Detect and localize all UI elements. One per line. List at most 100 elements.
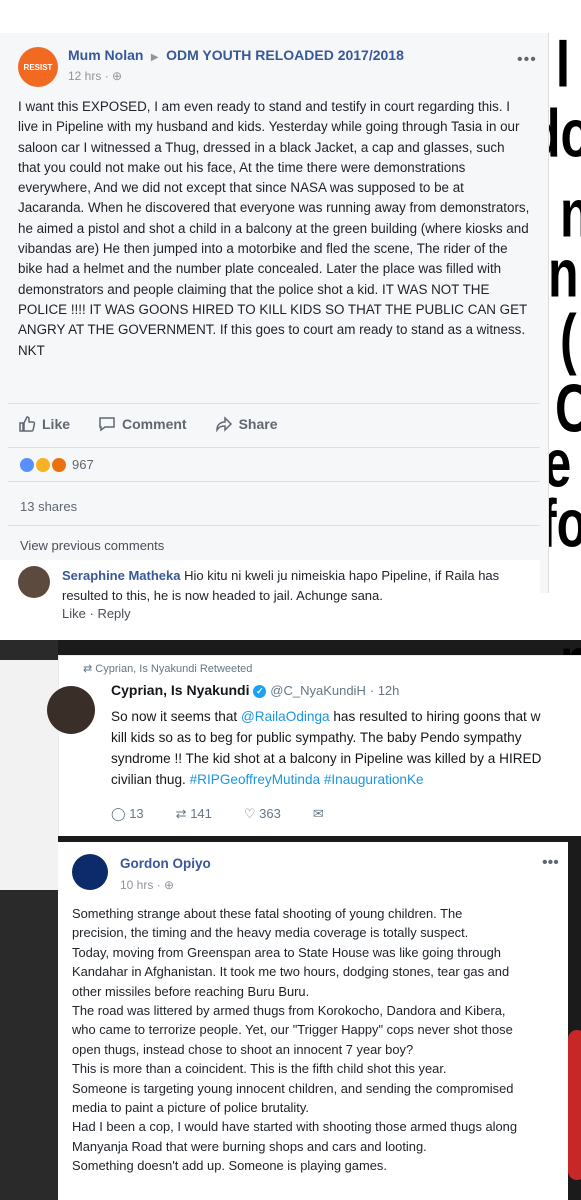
message-button[interactable]: ✉ — [313, 806, 324, 822]
post-text-line: This is more than a coincident. This is … — [72, 1061, 447, 1077]
facebook-post-gordon-opiyo: Gordon Opiyo 10 hrs · ⊕ ••• Something st… — [58, 842, 568, 1200]
post-text: I want this EXPOSED, I am even ready to … — [18, 99, 530, 358]
verified-badge-icon: ✓ — [253, 684, 267, 698]
bg-letter-4: n — [548, 235, 579, 312]
comment-seraphine: Seraphine Matheka Hio kitu ni kweli ju n… — [0, 560, 540, 630]
bg-letter-5: ( — [560, 300, 577, 377]
post-text-line: Someone is targeting young innocent chil… — [72, 1080, 514, 1096]
divider — [8, 481, 540, 482]
retweet-button[interactable]: ⇄ 141 — [176, 806, 212, 822]
post-time[interactable]: 12 hrs — [68, 69, 101, 83]
like-label: Like — [42, 416, 71, 432]
thumbs-up-icon — [19, 416, 36, 432]
comment-button[interactable]: Comment — [98, 415, 187, 433]
post-text-line: The road was littered by armed thugs fro… — [72, 1003, 506, 1019]
reply-button[interactable]: ◯ 13 — [111, 806, 144, 822]
post-text-line: Today, moving from Greenspan area to Sta… — [72, 944, 501, 960]
comment-actions: Like · Reply — [62, 606, 131, 621]
more-options-icon[interactable]: ••• — [542, 854, 559, 872]
red-shape — [568, 1030, 581, 1180]
post-text-line: open thugs, instead chose to shoot an in… — [72, 1041, 414, 1057]
author-name[interactable]: Mum Nolan — [68, 47, 143, 63]
divider — [8, 525, 540, 526]
post-text-line: Had I been a cop, I would have started w… — [72, 1119, 518, 1135]
retweet-icon: ⇄ — [83, 663, 93, 675]
share-label: Share — [238, 416, 278, 432]
tweet-text-line: kill kids so as to beg for public sympat… — [111, 730, 522, 745]
tweet-author-name[interactable]: Cyprian, Is Nyakundi — [111, 682, 249, 698]
post-text-line: media to paint a picture of police bruta… — [72, 1100, 309, 1116]
reactions-summary[interactable]: 967 — [20, 457, 94, 472]
reaction-count: 967 — [72, 457, 94, 472]
post-text: Something strange about these fatal shoo… — [72, 904, 562, 1176]
retweet-count: 141 — [190, 806, 212, 821]
tweet-time[interactable]: 12h — [378, 683, 400, 698]
divider — [8, 447, 540, 448]
angry-reaction-icon — [52, 457, 66, 472]
comment-icon — [99, 417, 115, 432]
sad-reaction-icon — [36, 457, 50, 472]
tweet-text: So now it seems that @RailaOdinga has re… — [111, 706, 581, 790]
post-actions: Like Comment Share — [18, 415, 278, 433]
avatar[interactable] — [18, 566, 50, 598]
avatar[interactable]: RESIST — [18, 47, 58, 87]
post-text-line: precision, the timing and the heavy medi… — [72, 925, 469, 941]
hashtag-links[interactable]: #RIPGeoffreyMutinda #InaugurationKe — [190, 772, 424, 787]
post-text-line: Manyanja Road that were burning shops an… — [72, 1138, 427, 1154]
heart-icon: ♡ — [243, 806, 256, 821]
more-options-icon[interactable]: ••• — [517, 51, 537, 69]
retweet-indicator: ⇄ Cyprian, Is Nyakundi Retweeted — [83, 662, 252, 675]
separator-dot: · — [369, 683, 378, 698]
tweet-cyprian: ⇄ Cyprian, Is Nyakundi Retweeted Cyprian… — [47, 655, 581, 836]
like-reaction-icon — [20, 457, 34, 472]
shares-count[interactable]: 13 shares — [20, 499, 77, 514]
tweet-text-part: has resulted to hiring goons that w — [329, 709, 541, 724]
post-meta: 12 hrs · ⊕ — [68, 69, 404, 83]
post-header: RESIST Mum Nolan ▶ ODM YOUTH RELOADED 20… — [18, 47, 404, 87]
background-light-region — [0, 660, 58, 890]
post-time[interactable]: 10 hrs — [120, 878, 153, 892]
tweet-actions: ◯ 13 ⇄ 141 ♡ 363 ✉ — [111, 806, 324, 822]
view-previous-comments-link[interactable]: View previous comments — [20, 538, 164, 553]
reply-count: 13 — [129, 806, 144, 821]
arrow-right-icon: ▶ — [150, 52, 159, 63]
post-text-line: who came to terrorize people. Yet, our "… — [72, 1022, 513, 1038]
separator-dot: · — [104, 69, 113, 83]
reply-icon: ◯ — [111, 806, 126, 821]
globe-icon: ⊕ — [112, 69, 123, 83]
tweet-text-part: civilian thug. — [111, 772, 190, 787]
tweet-text-part: So now it seems that — [111, 709, 241, 724]
retweeted-by: Cyprian, Is Nyakundi Retweeted — [95, 663, 253, 675]
facebook-post-mum-nolan: RESIST Mum Nolan ▶ ODM YOUTH RELOADED 20… — [0, 33, 549, 593]
post-text-line: other missiles before reaching Buru Buru… — [72, 983, 310, 999]
tweet-handle[interactable]: @C_NyaKundiH — [270, 683, 366, 698]
like-button[interactable]: ♡ 363 — [244, 806, 281, 822]
globe-icon: ⊕ — [164, 878, 175, 892]
post-text-line: Kandahar in Afghanistan. It took me two … — [72, 964, 510, 980]
avatar[interactable] — [72, 854, 108, 890]
tweet-header: Cyprian, Is Nyakundi ✓ @C_NyaKundiH · 12… — [111, 682, 399, 698]
comment-label: Comment — [122, 416, 187, 432]
avatar-label: RESIST — [23, 62, 53, 72]
post-meta: 10 hrs · ⊕ — [120, 878, 174, 892]
post-text-line: Something strange about these fatal shoo… — [72, 906, 463, 921]
avatar[interactable] — [47, 686, 95, 734]
author-name[interactable]: Gordon Opiyo — [120, 856, 211, 871]
post-text-line: Something doesn't add up. Someone is pla… — [72, 1158, 387, 1174]
share-icon — [215, 416, 232, 433]
separator-dot: · — [156, 878, 165, 892]
comment-author[interactable]: Seraphine Matheka — [62, 568, 181, 583]
like-button[interactable]: Like — [18, 415, 70, 433]
comment-reply-link[interactable]: Reply — [97, 606, 130, 621]
retweet-icon: ⇄ — [175, 806, 187, 821]
like-count: 363 — [259, 806, 281, 821]
mention-link[interactable]: @RailaOdinga — [241, 709, 330, 724]
divider — [8, 403, 540, 404]
group-name[interactable]: ODM YOUTH RELOADED 2017/2018 — [166, 47, 404, 63]
comment-like-link[interactable]: Like — [62, 606, 86, 621]
bg-letter-1: I — [556, 25, 570, 102]
share-button[interactable]: Share — [215, 415, 278, 433]
tweet-text-line: syndrome !! The kid shot at a balcony in… — [111, 751, 542, 766]
envelope-icon: ✉ — [312, 806, 324, 821]
comment-body: Seraphine Matheka Hio kitu ni kweli ju n… — [62, 566, 532, 606]
